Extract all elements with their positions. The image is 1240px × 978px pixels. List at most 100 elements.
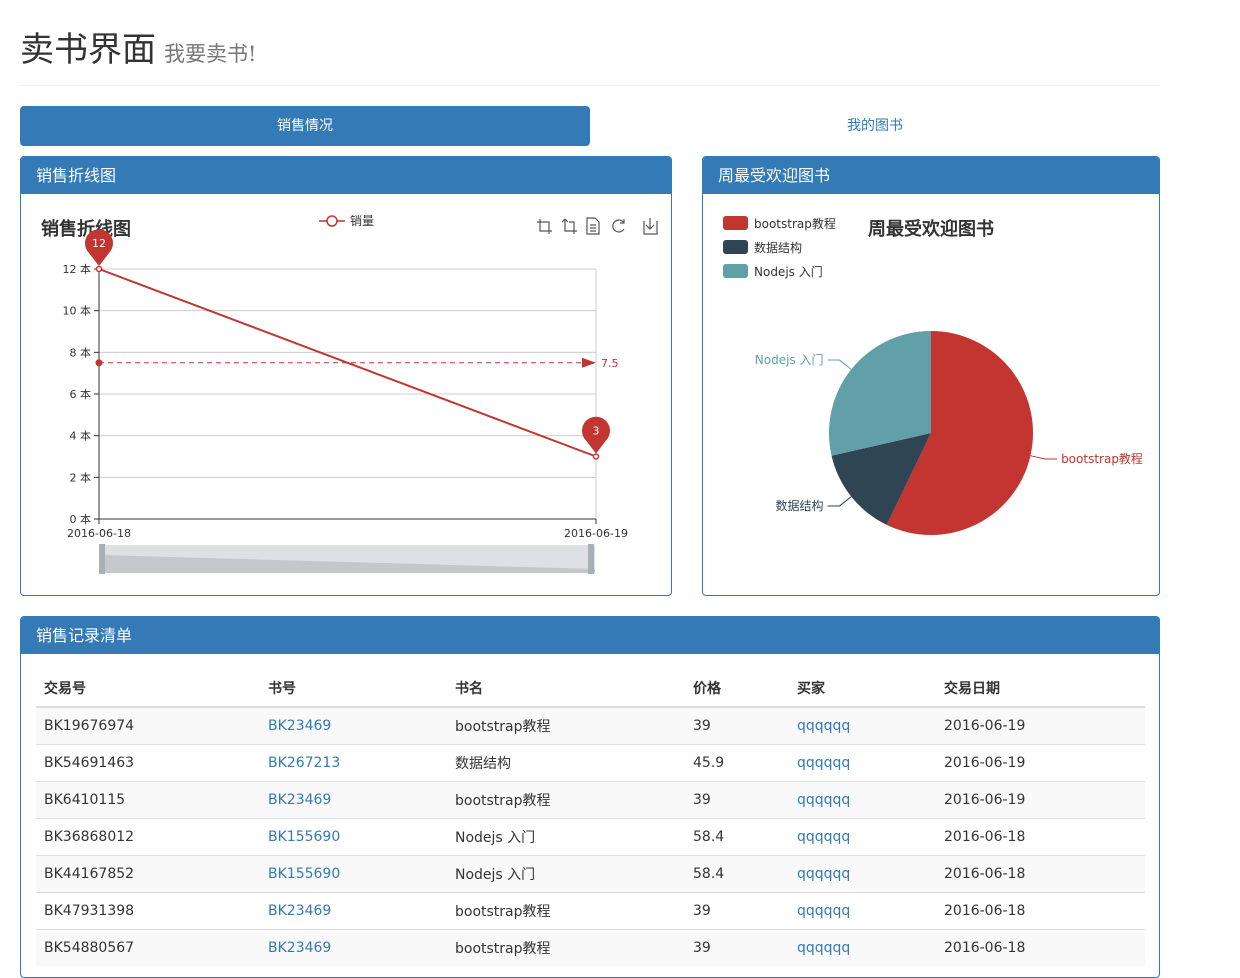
book-id-link[interactable]: BK155690 xyxy=(268,866,340,882)
page-subtitle: 我要卖书! xyxy=(164,42,257,66)
pie-slice-label: Nodejs 入门 xyxy=(755,352,824,367)
pie-label-line xyxy=(1030,455,1058,460)
line-plot: 7.5 12 3 xyxy=(85,229,619,460)
data-point[interactable] xyxy=(95,265,103,273)
buyer-link[interactable]: qqqqqq xyxy=(797,940,850,956)
cell-book-id: BK267213 xyxy=(260,744,447,782)
table-row: BK54691463 BK267213 数据结构 45.9 qqqqqq 2016-06-… xyxy=(36,744,1145,782)
cell-trade-id: BK54880567 xyxy=(36,929,260,966)
data-point[interactable] xyxy=(592,453,600,460)
tab-sales[interactable]: 销售情况 xyxy=(20,106,590,146)
pie-label-line xyxy=(827,496,852,507)
legend-label: Nodejs 入门 xyxy=(754,264,823,279)
book-id-link[interactable]: BK23469 xyxy=(268,792,331,808)
buyer-link[interactable]: qqqqqq xyxy=(797,755,850,771)
buyer-link[interactable]: qqqqqq xyxy=(797,903,850,919)
slider-handle-right[interactable] xyxy=(588,544,594,574)
cell-book-name: bootstrap教程 xyxy=(447,781,685,819)
legend-swatch xyxy=(723,216,748,230)
cell-buyer: qqqqqq xyxy=(789,744,936,782)
cell-trade-id: BK19676974 xyxy=(36,706,260,745)
cell-book-name: bootstrap教程 xyxy=(447,706,685,745)
buyer-link[interactable]: qqqqqq xyxy=(797,866,850,882)
zoom-icon[interactable] xyxy=(537,219,552,234)
buyer-link[interactable]: qqqqqq xyxy=(797,718,850,734)
cell-buyer: qqqqqq xyxy=(789,855,936,893)
cell-price: 39 xyxy=(685,929,789,966)
page-header: 卖书界面 我要卖书! xyxy=(20,22,1160,86)
pie-legend: bootstrap教程数据结构 Nodejs 入门 xyxy=(723,216,836,279)
save-image-icon[interactable] xyxy=(643,218,658,235)
zoom-reset-icon[interactable] xyxy=(561,218,577,234)
book-id-link[interactable]: BK155690 xyxy=(268,829,340,845)
pie-slice-label: bootstrap教程 xyxy=(1061,451,1143,466)
legend-item-sales[interactable]: 销量 xyxy=(319,214,374,228)
tab-bar: 销售情况 我的图书 xyxy=(20,106,1160,146)
line-chart-title: 销售折线图 xyxy=(41,218,131,240)
col-header-price: 价格 xyxy=(685,670,789,708)
cell-book-name: 数据结构 xyxy=(447,744,685,782)
pie-label-line xyxy=(827,359,852,370)
legend-label: 数据结构 xyxy=(754,240,802,255)
pie-chart: 周最受欢迎图书 bootstrap教程数据结构Nodejs 入门 bootstr… xyxy=(723,216,1143,535)
pie-legend-item[interactable]: bootstrap教程 xyxy=(723,216,836,231)
y-tick-label: 10 本 xyxy=(63,304,92,318)
book-id-link[interactable]: BK23469 xyxy=(268,940,331,956)
cell-price: 58.4 xyxy=(685,818,789,856)
pie-legend-item[interactable]: Nodejs 入门 xyxy=(723,264,823,279)
pie-chart-panel: 周最受欢迎图书 周最受欢迎图书 bootstrap教程 数据结构 Nodejs 入门… xyxy=(702,156,1160,596)
x-tick-label: 2016-06-18 xyxy=(67,527,131,540)
data-view-icon[interactable] xyxy=(586,217,600,235)
cell-date: 2016-06-18 xyxy=(936,818,1145,856)
y-tick-label: 4 本 xyxy=(70,429,92,443)
legend-label: bootstrap教程 xyxy=(754,216,836,231)
cell-book-id: BK155690 xyxy=(260,855,447,893)
cell-trade-id: BK54691463 xyxy=(36,744,260,782)
cell-buyer: qqqqqq xyxy=(789,929,936,966)
buyer-link[interactable]: qqqqqq xyxy=(797,792,850,808)
x-axis: 2016-06-18 2016-06-19 xyxy=(67,518,628,540)
cell-trade-id: BK6410115 xyxy=(36,781,260,819)
cell-buyer: qqqqqq xyxy=(789,892,936,930)
col-header-book-id: 书号 xyxy=(260,670,447,708)
cell-buyer: qqqqqq xyxy=(789,706,936,745)
buyer-link[interactable]: qqqqqq xyxy=(797,829,850,845)
pie-chart-panel-heading: 周最受欢迎图书 xyxy=(703,157,1159,194)
cell-price: 58.4 xyxy=(685,855,789,893)
line-chart-panel-heading: 销售折线图 xyxy=(21,157,671,194)
legend-swatch xyxy=(723,264,748,278)
book-id-link[interactable]: BK23469 xyxy=(268,718,331,734)
cell-trade-id: BK36868012 xyxy=(36,818,260,856)
cell-book-id: BK23469 xyxy=(260,929,447,966)
legend-swatch xyxy=(723,240,748,254)
y-tick-label: 8 本 xyxy=(70,345,92,359)
col-header-trade-id: 交易号 xyxy=(36,670,260,708)
pie-legend-item[interactable]: 数据结构 xyxy=(723,240,802,255)
mark-line-arrow xyxy=(582,357,596,368)
book-id-link[interactable]: BK23469 xyxy=(268,903,331,919)
tab-my-books[interactable]: 我的图书 xyxy=(590,106,1160,146)
mark-line-label: 7.5 xyxy=(601,357,619,370)
restore-icon[interactable] xyxy=(612,219,625,233)
cell-price: 39 xyxy=(685,781,789,819)
y-tick-label: 12 本 xyxy=(63,262,92,276)
sales-records-panel: 销售记录清单 交易号 书号 书名 价格 买家 交易日期 BK19676974 BK… xyxy=(20,616,1160,978)
cell-book-id: BK23469 xyxy=(260,892,447,930)
cell-date: 2016-06-19 xyxy=(936,781,1145,819)
cell-buyer: qqqqqq xyxy=(789,818,936,856)
y-tick-label: 0 本 xyxy=(70,512,92,526)
col-header-book-name: 书名 xyxy=(447,670,685,708)
cell-book-id: BK23469 xyxy=(260,781,447,819)
sales-records-heading: 销售记录清单 xyxy=(21,617,1159,654)
pie-slice-label: 数据结构 xyxy=(776,498,824,513)
cell-book-id: BK155690 xyxy=(260,818,447,856)
datazoom-slider[interactable] xyxy=(99,544,595,574)
pie-plot: bootstrap教程数据结构 Nodejs 入门 xyxy=(755,331,1143,535)
book-id-link[interactable]: BK267213 xyxy=(268,755,340,771)
cell-book-name: bootstrap教程 xyxy=(447,929,685,966)
cell-price: 45.9 xyxy=(685,744,789,782)
page-title: 卖书界面 xyxy=(20,30,156,70)
mark-line-start xyxy=(95,359,103,367)
slider-handle-left[interactable] xyxy=(99,544,105,574)
x-tick-label: 2016-06-19 xyxy=(564,527,628,540)
